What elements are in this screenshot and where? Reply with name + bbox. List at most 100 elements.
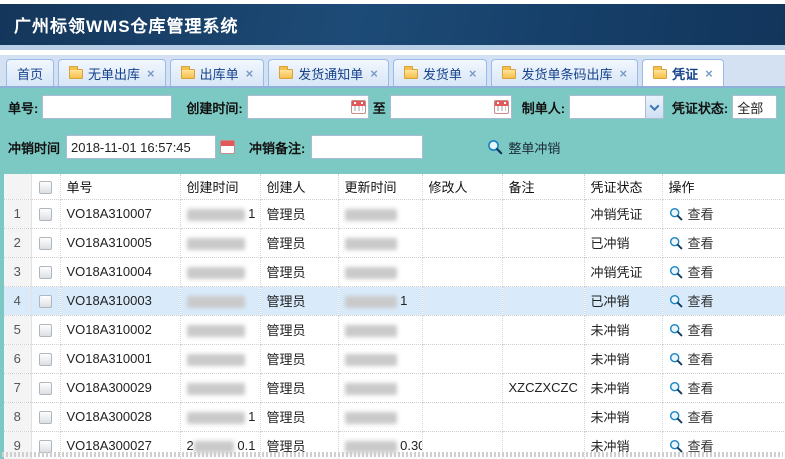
calendar-icon[interactable]: [220, 140, 235, 154]
table-row[interactable]: 4VO18A310003 管理员 1已冲销查看: [4, 286, 785, 315]
view-link[interactable]: 查看: [669, 407, 779, 426]
tab-item-4[interactable]: 发货单 ×: [393, 59, 488, 86]
action-cell: 查看: [662, 199, 785, 228]
row-checkbox[interactable]: [39, 382, 52, 395]
redacted-created-time: [187, 267, 245, 279]
column-header[interactable]: 单号: [60, 174, 180, 199]
modifier-cell: [422, 199, 502, 228]
table-row[interactable]: 2VO18A310005 管理员 已冲销查看: [4, 228, 785, 257]
updated-time-cell: 1: [338, 286, 422, 315]
tab-label: 凭证: [672, 64, 698, 83]
view-link-label: 查看: [688, 320, 714, 339]
data-grid: 单号创建时间创建人更新时间修改人备注凭证状态操作 1VO18A310007 1管…: [0, 168, 785, 459]
column-header[interactable]: 创建人: [260, 174, 338, 199]
to-label: 至: [373, 98, 386, 117]
tab-close-icon[interactable]: ×: [619, 66, 627, 81]
view-link-label: 查看: [688, 291, 714, 310]
table-row[interactable]: 8VO18A300028 1管理员 未冲销查看: [4, 402, 785, 431]
created-time-cell: 1: [180, 402, 260, 431]
column-header[interactable]: 更新时间: [338, 174, 422, 199]
tab-label: 发货单条码出库: [521, 64, 612, 83]
action-cell: 查看: [662, 228, 785, 257]
updated-time-cell: [338, 402, 422, 431]
view-link[interactable]: 查看: [669, 291, 779, 310]
row-checkbox[interactable]: [39, 208, 52, 221]
writeoff-remark-input[interactable]: [311, 135, 423, 159]
tab-close-icon[interactable]: ×: [246, 66, 254, 81]
view-link[interactable]: 查看: [669, 320, 779, 339]
modifier-cell: [422, 315, 502, 344]
updated-time-cell: [338, 199, 422, 228]
folder-icon: [502, 69, 516, 79]
voucher-status-select[interactable]: 全部: [732, 95, 777, 119]
order-no-input[interactable]: [42, 95, 172, 119]
table-row[interactable]: 3VO18A310004 管理员 冲销凭证查看: [4, 257, 785, 286]
app-title: 广州标领WMS仓库管理系统: [14, 12, 239, 37]
chevron-down-icon[interactable]: [645, 96, 663, 118]
table-row[interactable]: 1VO18A310007 1管理员 冲销凭证查看: [4, 199, 785, 228]
redacted-updated-time: [345, 354, 397, 366]
tab-close-icon[interactable]: ×: [147, 66, 155, 81]
updated-time-cell: [338, 228, 422, 257]
remark-cell: [502, 286, 584, 315]
column-header[interactable]: 凭证状态: [584, 174, 662, 199]
row-number: 3: [4, 257, 31, 286]
view-link[interactable]: 查看: [669, 378, 779, 397]
table-row[interactable]: 5VO18A310002 管理员 未冲销查看: [4, 315, 785, 344]
row-checkbox[interactable]: [39, 411, 52, 424]
filter-row-2: 冲销时间 冲销备注: 整单冲销: [8, 134, 777, 160]
tab-item-3[interactable]: 发货通知单×: [268, 59, 389, 86]
select-all-checkbox[interactable]: [39, 181, 52, 194]
creator-cell: 管理员: [260, 344, 338, 373]
redacted-created-time: [187, 238, 245, 250]
voucher-status-cell: 未冲销: [584, 315, 662, 344]
column-header[interactable]: 修改人: [422, 174, 502, 199]
calendar-icon[interactable]: [351, 100, 366, 114]
order-no-cell: VO18A300028: [60, 402, 180, 431]
row-checkbox-cell: [31, 373, 60, 402]
row-checkbox[interactable]: [39, 295, 52, 308]
tab-item-6[interactable]: 凭证 ×: [642, 59, 724, 86]
tab-label: 发货单: [423, 64, 462, 83]
view-link-label: 查看: [688, 204, 714, 223]
redacted-updated-time: [345, 325, 397, 337]
column-header[interactable]: 备注: [502, 174, 584, 199]
writeoff-time-input[interactable]: [66, 135, 216, 159]
view-link[interactable]: 查看: [669, 233, 779, 252]
calendar-icon[interactable]: [494, 100, 509, 114]
tab-close-icon[interactable]: ×: [705, 66, 713, 81]
created-time-label: 创建时间:: [186, 98, 242, 117]
maker-combobox[interactable]: [569, 95, 664, 119]
row-checkbox[interactable]: [39, 237, 52, 250]
voucher-status-value: 全部: [733, 98, 776, 117]
tab-home[interactable]: 首页: [6, 59, 54, 86]
remark-cell: [502, 402, 584, 431]
redacted-created-time: [187, 412, 245, 424]
view-link[interactable]: 查看: [669, 349, 779, 368]
view-link[interactable]: 查看: [669, 204, 779, 223]
updated-time-cell: [338, 344, 422, 373]
row-number: 7: [4, 373, 31, 402]
modifier-cell: [422, 257, 502, 286]
table-row[interactable]: 6VO18A310001 管理员 未冲销查看: [4, 344, 785, 373]
column-header[interactable]: 创建时间: [180, 174, 260, 199]
order-no-cell: VO18A310003: [60, 286, 180, 315]
row-checkbox[interactable]: [39, 353, 52, 366]
action-cell: 查看: [662, 373, 785, 402]
tab-close-icon[interactable]: ×: [469, 66, 477, 81]
row-checkbox[interactable]: [39, 324, 52, 337]
redacted-created-time: [187, 296, 245, 308]
created-time-cell: [180, 373, 260, 402]
column-header[interactable]: 操作: [662, 174, 785, 199]
writeoff-whole-order-button[interactable]: 整单冲销: [487, 138, 560, 157]
tab-item-2[interactable]: 出库单×: [170, 59, 265, 86]
order-no-cell: VO18A310004: [60, 257, 180, 286]
tab-item-1[interactable]: 无单出库×: [58, 59, 166, 86]
view-magnifier-icon: [669, 410, 683, 424]
row-checkbox[interactable]: [39, 266, 52, 279]
tab-item-5[interactable]: 发货单条码出库 ×: [491, 59, 638, 86]
view-link[interactable]: 查看: [669, 262, 779, 281]
table-row[interactable]: 7VO18A300029 管理员 XZCZXCZC未冲销查看: [4, 373, 785, 402]
tab-close-icon[interactable]: ×: [370, 66, 378, 81]
modifier-cell: [422, 286, 502, 315]
